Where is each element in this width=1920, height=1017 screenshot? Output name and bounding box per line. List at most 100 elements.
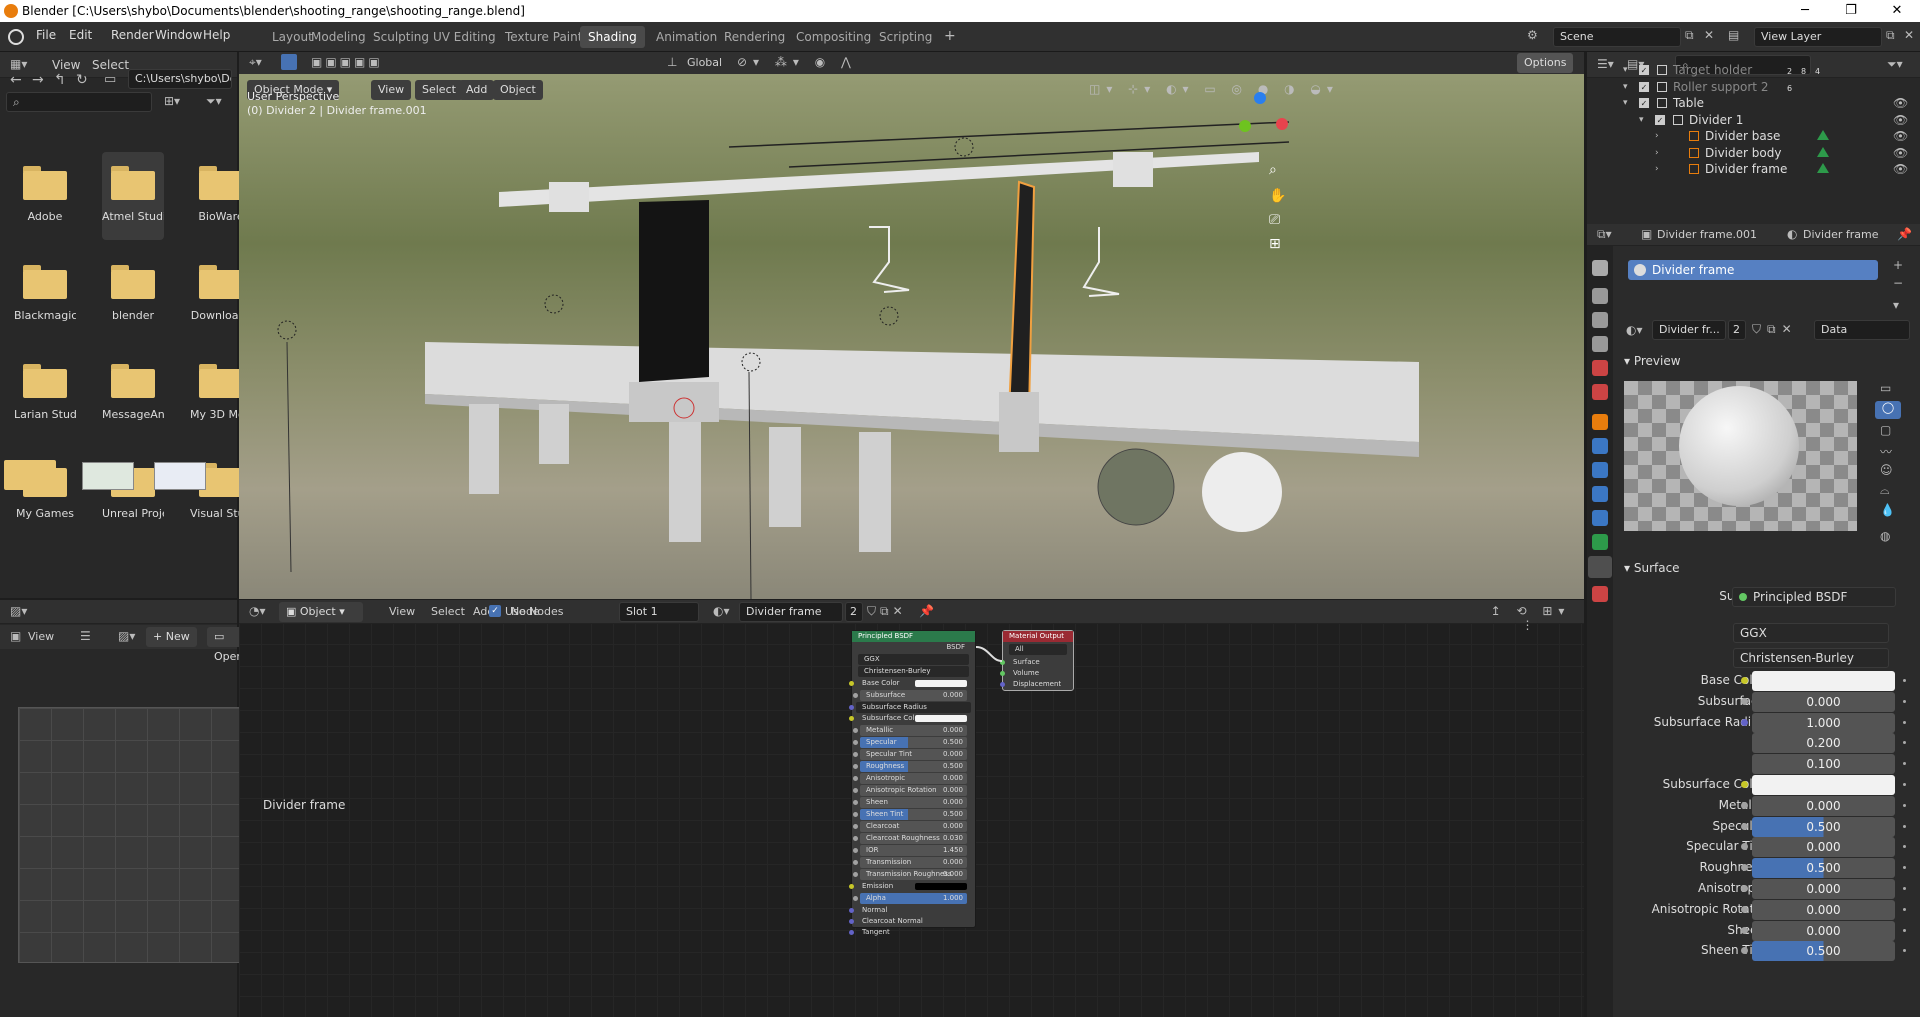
keyframe-dot-icon[interactable] [1903, 824, 1906, 828]
object-tab-icon[interactable] [1592, 414, 1608, 430]
filter-icon[interactable]: ⏷▾ [206, 94, 222, 109]
distribution-dropdown[interactable]: GGX [1733, 623, 1889, 643]
path-field[interactable]: C:\Users\shybo\Docu... [128, 69, 232, 89]
keyframe-dot-icon[interactable] [1903, 887, 1906, 890]
include-checkbox[interactable]: ✓ [1639, 98, 1649, 108]
editor-type-icon[interactable]: ⌖▾ [249, 55, 262, 70]
folder-item[interactable]: Larian Studios [14, 350, 76, 438]
delete-view-layer-icon[interactable]: ✕ [1904, 28, 1914, 42]
selection-mode-icons[interactable]: ▣▣▣▣▣ [311, 55, 383, 69]
hamburger-menu-icon[interactable]: ☰ [80, 629, 91, 643]
tab-animation[interactable]: Animation [648, 26, 725, 48]
viewport-add-menu[interactable]: Add [459, 80, 495, 100]
view-layer-tab-icon[interactable] [1592, 336, 1608, 352]
navigation-gizmo[interactable] [1224, 90, 1294, 170]
delete-scene-icon[interactable]: ✕ [1704, 28, 1714, 42]
folder-partial-icon[interactable] [4, 460, 56, 490]
remove-slot-icon[interactable]: − [1893, 276, 1903, 290]
keyframe-dot-icon[interactable] [1903, 803, 1906, 807]
new-image-button[interactable]: + New [146, 627, 197, 647]
viewport-shading-icons[interactable]: ◫▾ ⊹▾ ◐▾ ▭ ◎ ● ◑ ◒▾ [1089, 82, 1339, 96]
slot-menu-icon[interactable]: ▾ [1893, 298, 1899, 312]
pan-hand-icon[interactable]: ✋ [1269, 188, 1286, 204]
keyframe-dot-icon[interactable] [1903, 783, 1906, 786]
tab-rendering[interactable]: Rendering [716, 26, 793, 48]
menu-file[interactable]: File [36, 28, 56, 42]
subsurface-method-dropdown[interactable]: Christensen-Burley [1733, 648, 1889, 668]
socket-dot-icon[interactable] [1741, 781, 1748, 788]
folder-item[interactable]: MessageAnal... [102, 350, 164, 438]
keyframe-dot-icon[interactable] [1903, 720, 1906, 724]
preview-cube-icon[interactable]: ▢ [1880, 423, 1891, 437]
preview-fluid-icon[interactable]: 💧 [1880, 503, 1895, 517]
tab-shading[interactable]: Shading [580, 26, 645, 48]
socket-dot-icon[interactable] [1741, 926, 1748, 934]
file-search-input[interactable]: ⌕ [6, 92, 152, 112]
socket-dot-icon[interactable] [1741, 885, 1748, 892]
keyframe-dot-icon[interactable] [1903, 949, 1906, 953]
value-field[interactable]: 0.500 [1752, 858, 1895, 879]
modifier-tab-icon[interactable] [1592, 438, 1608, 454]
viewport-view-menu[interactable]: View [371, 80, 412, 100]
viewport-object-menu[interactable]: Object [493, 80, 543, 100]
socket-dot-icon[interactable] [1741, 697, 1748, 705]
eye-icon[interactable]: 👁 [1893, 159, 1908, 179]
folder-item[interactable]: Adobe [14, 152, 76, 240]
material-tab-icon[interactable] [1588, 556, 1612, 578]
3d-viewport[interactable]: ⌖▾ ▣▣▣▣▣ ⊥ Global ⊘▾ ⁂▾ ◉ ⋀ Options Obje… [239, 52, 1584, 599]
render-tab-icon[interactable] [1592, 288, 1608, 304]
value-field[interactable]: 1.000 [1752, 712, 1895, 733]
scene-tab-icon[interactable] [1592, 360, 1608, 376]
pin-icon[interactable]: 📌 [1897, 227, 1912, 241]
tab-uv-editing[interactable]: UV Editing [425, 26, 504, 48]
color-field[interactable] [1752, 671, 1895, 691]
value-field[interactable]: 0.500 [1752, 816, 1895, 837]
add-slot-icon[interactable]: + [1893, 258, 1903, 272]
add-workspace-icon[interactable]: + [944, 28, 956, 44]
keyframe-dot-icon[interactable] [1903, 741, 1906, 745]
view-layer-field[interactable]: View Layer [1754, 27, 1882, 47]
folder-item[interactable]: blender [102, 251, 164, 339]
tab-texture-paint[interactable]: Texture Paint [497, 26, 590, 48]
value-field[interactable]: 0.100 [1752, 754, 1895, 775]
value-field[interactable]: 0.000 [1752, 920, 1895, 941]
material-field[interactable]: Divider fr... [1652, 320, 1726, 340]
scene-field[interactable]: Scene [1553, 27, 1681, 47]
socket-dot-icon[interactable] [1741, 677, 1748, 684]
snap-icons[interactable]: ⊘▾ ⁂▾ ◉ ⋀ [737, 55, 857, 69]
x-axis-icon[interactable] [1276, 118, 1288, 130]
outliner-row[interactable]: › Divider frame 👁 [1587, 159, 1920, 179]
tab-compositing[interactable]: Compositing [788, 26, 879, 48]
link-dropdown[interactable]: Data [1814, 320, 1910, 340]
new-view-layer-icon[interactable]: ⧉ [1886, 28, 1895, 43]
particles-tab-icon[interactable] [1592, 462, 1608, 478]
folder-item[interactable]: Blackmagic ... [14, 251, 76, 339]
preview-sphere-icon[interactable]: ◯ [1875, 401, 1901, 419]
preview-world-icon[interactable]: ◍ [1880, 529, 1890, 543]
output-tab-icon[interactable] [1592, 312, 1608, 328]
new-scene-icon[interactable]: ⧉ [1685, 28, 1694, 43]
maximize-button[interactable]: ❐ [1828, 0, 1874, 22]
socket-dot-icon[interactable] [1741, 718, 1748, 726]
minimize-button[interactable]: ─ [1782, 0, 1828, 22]
close-window-button[interactable]: ✕ [1874, 0, 1920, 22]
value-field[interactable]: 0.000 [1752, 795, 1895, 816]
material-action-icons[interactable]: ⛉⧉✕ [1752, 322, 1798, 337]
editor-type-icon[interactable]: ⧉▾ [1597, 227, 1612, 242]
menu-edit[interactable]: Edit [69, 28, 92, 42]
orientation-dropdown[interactable]: Global [687, 56, 722, 69]
material-users[interactable]: 2 [1728, 320, 1746, 340]
physics-tab-icon[interactable] [1592, 486, 1608, 502]
view-layer-icon[interactable]: ▤ [1728, 28, 1739, 42]
uv-grid[interactable] [18, 707, 274, 963]
display-mode-icon[interactable]: ⊞▾ [164, 94, 180, 108]
viewport-select-menu[interactable]: Select [415, 80, 463, 100]
y-axis-icon[interactable] [1239, 120, 1251, 132]
refresh-icon[interactable]: ↻ [76, 72, 88, 88]
image-thumbnail[interactable] [82, 462, 134, 490]
back-arrow-icon[interactable]: ← [10, 72, 22, 88]
preview-hair-icon[interactable]: 〰 [1880, 443, 1892, 460]
socket-dot-icon[interactable] [1741, 905, 1748, 913]
value-field[interactable]: 0.000 [1752, 837, 1895, 858]
world-tab-icon[interactable] [1592, 384, 1608, 400]
